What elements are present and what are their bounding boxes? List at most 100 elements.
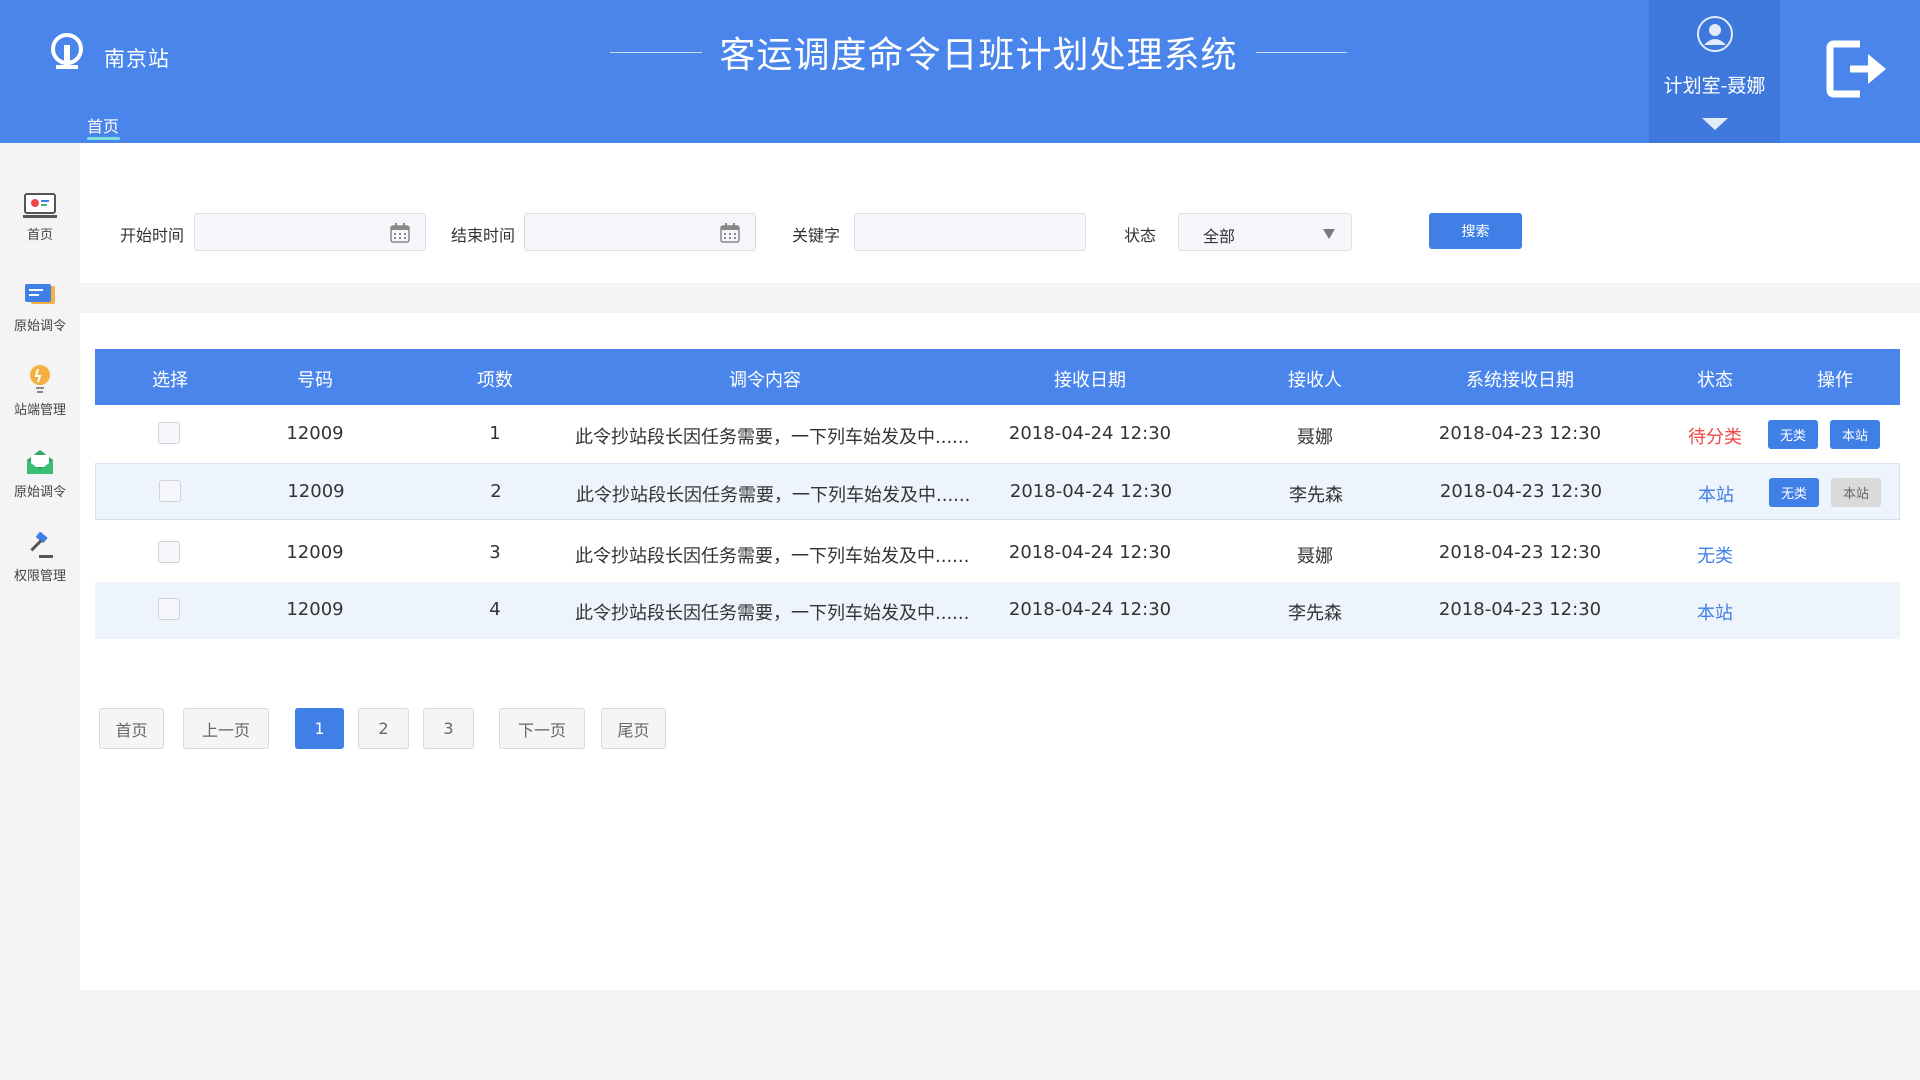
table-header: 选择 号码 项数 调令内容 接收日期 接收人 系统接收日期 状态 操作 (95, 349, 1900, 405)
cell-number: 12009 (287, 481, 345, 502)
cell-content: 此令抄站段长因任务需要，一下列车始发及中...... (575, 603, 970, 624)
col-header-status: 状态 (1697, 370, 1733, 391)
status-select-value: 全部 (1203, 227, 1236, 246)
col-header-recv-date: 接收日期 (1054, 370, 1126, 391)
row-checkbox[interactable] (159, 480, 181, 502)
classify-none-button[interactable]: 无类 (1768, 420, 1818, 449)
sidebar-item-label: 原始调令 (13, 319, 66, 334)
gavel-icon (30, 532, 53, 558)
logout-icon[interactable] (1826, 38, 1892, 100)
pagination-page-2[interactable]: 2 (358, 708, 409, 749)
chevron-down-icon[interactable] (1702, 118, 1728, 130)
system-title-wrap: 客运调度命令日班计划处理系统 (610, 27, 1348, 77)
cell-recv-date: 2018-04-24 12:30 (1008, 423, 1172, 444)
sidebar-item-station-management[interactable]: 站端管理 (0, 364, 80, 418)
mail-icon (27, 450, 53, 474)
section-divider (80, 283, 1920, 313)
table-row: 12009 2 此令抄站段长因任务需要，一下列车始发及中...... 2018-… (95, 463, 1900, 520)
cell-status: 本站 (1697, 603, 1733, 624)
sidebar-item-label: 首页 (26, 228, 53, 243)
system-title: 客运调度命令日班计划处理系统 (719, 35, 1238, 76)
cell-receiver: 李先森 (1288, 603, 1342, 624)
sidebar-item-label: 站端管理 (13, 403, 66, 418)
cell-receiver: 聂娜 (1297, 427, 1333, 448)
sidebar-item-original-orders[interactable]: 原始调令 (0, 282, 80, 334)
cell-items: 4 (489, 599, 501, 620)
cell-receiver: 聂娜 (1297, 546, 1333, 567)
cell-content: 此令抄站段长因任务需要，一下列车始发及中...... (576, 485, 971, 506)
cell-sys-date: 2018-04-23 12:30 (1438, 599, 1602, 620)
pagination-prev-button[interactable]: 上一页 (183, 708, 269, 749)
user-name: 计划室-聂娜 (1663, 75, 1766, 97)
cell-number: 12009 (286, 599, 344, 620)
cell-status: 待分类 (1688, 427, 1742, 448)
sidebar-item-original-orders-2[interactable]: 原始调令 (0, 448, 80, 500)
table-row: 12009 4 此令抄站段长因任务需要，一下列车始发及中...... 2018-… (95, 582, 1900, 639)
bulb-icon (30, 365, 50, 393)
search-filter-bar: 开始时间 结束时间 关键字 状态 全部 搜索 (80, 143, 1920, 283)
pagination-page-3[interactable]: 3 (423, 708, 474, 749)
station-name: 南京站 (104, 47, 170, 71)
cell-receiver: 李先森 (1289, 485, 1343, 506)
sidebar-item-home[interactable]: 首页 (0, 193, 80, 243)
cell-recv-date: 2018-04-24 12:30 (1008, 599, 1172, 620)
cell-items: 2 (490, 481, 502, 502)
col-header-number: 号码 (297, 370, 333, 391)
classify-station-button[interactable]: 本站 (1831, 478, 1881, 507)
row-checkbox[interactable] (158, 541, 180, 563)
caret-down-icon (1323, 229, 1335, 239)
pagination-next-button[interactable]: 下一页 (499, 708, 585, 749)
cell-sys-date: 2018-04-23 12:30 (1438, 423, 1602, 444)
calendar-icon[interactable] (390, 223, 410, 243)
pagination-first-button[interactable]: 首页 (99, 708, 164, 749)
col-header-select: 选择 (152, 370, 188, 391)
sidebar: 首页 原始调令 站端管理 原始调令 权限管理 (0, 143, 80, 1080)
cell-number: 12009 (286, 423, 344, 444)
app-header: 南京站 客运调度命令日班计划处理系统 首页 计划室-聂娜 (0, 0, 1920, 143)
col-header-content: 调令内容 (729, 370, 801, 391)
start-time-label: 开始时间 (120, 226, 185, 245)
cell-content: 此令抄站段长因任务需要，一下列车始发及中...... (575, 427, 970, 448)
user-menu[interactable]: 计划室-聂娜 (1649, 0, 1780, 143)
col-header-actions: 操作 (1817, 370, 1853, 391)
col-header-items: 项数 (477, 370, 513, 391)
col-header-receiver: 接收人 (1288, 370, 1342, 391)
message-icon (25, 284, 55, 304)
cell-items: 1 (489, 423, 501, 444)
railway-logo-icon (51, 33, 83, 69)
cell-content: 此令抄站段长因任务需要，一下列车始发及中...... (575, 546, 970, 567)
table-row: 12009 1 此令抄站段长因任务需要，一下列车始发及中...... 2018-… (95, 406, 1900, 463)
end-time-label: 结束时间 (451, 226, 516, 245)
cell-number: 12009 (286, 542, 344, 563)
user-avatar-icon (1697, 16, 1733, 52)
sidebar-item-permission-management[interactable]: 权限管理 (0, 532, 80, 584)
title-divider-left (610, 51, 702, 53)
status-select[interactable]: 全部 (1178, 213, 1352, 251)
pagination-last-button[interactable]: 尾页 (601, 708, 666, 749)
sidebar-item-label: 权限管理 (13, 569, 66, 584)
row-checkbox[interactable] (158, 598, 180, 620)
cell-status: 本站 (1698, 485, 1734, 506)
nav-tab-home[interactable]: 首页 (87, 113, 119, 137)
cell-sys-date: 2018-04-23 12:30 (1438, 542, 1602, 563)
row-checkbox[interactable] (158, 422, 180, 444)
main-content: 开始时间 结束时间 关键字 状态 全部 搜索 选择 号码 项数 调令内容 接收日… (80, 143, 1920, 990)
status-label: 状态 (1124, 226, 1157, 245)
classify-none-button[interactable]: 无类 (1769, 478, 1819, 507)
col-header-sys-date: 系统接收日期 (1466, 370, 1574, 391)
pagination-page-1[interactable]: 1 (295, 708, 344, 749)
cell-items: 3 (489, 542, 501, 563)
monitor-icon (23, 193, 57, 218)
keyword-input[interactable] (854, 213, 1086, 251)
cell-recv-date: 2018-04-24 12:30 (1008, 542, 1172, 563)
title-divider-right (1255, 51, 1348, 53)
cell-status: 无类 (1697, 546, 1733, 567)
table-row: 12009 3 此令抄站段长因任务需要，一下列车始发及中...... 2018-… (95, 525, 1900, 582)
classify-station-button[interactable]: 本站 (1830, 420, 1880, 449)
cell-recv-date: 2018-04-24 12:30 (1009, 481, 1173, 502)
search-button[interactable]: 搜索 (1429, 213, 1522, 249)
keyword-label: 关键字 (792, 226, 841, 245)
sidebar-item-label: 原始调令 (13, 485, 66, 500)
nav-tab-active-indicator (87, 137, 120, 140)
calendar-icon[interactable] (720, 223, 740, 243)
